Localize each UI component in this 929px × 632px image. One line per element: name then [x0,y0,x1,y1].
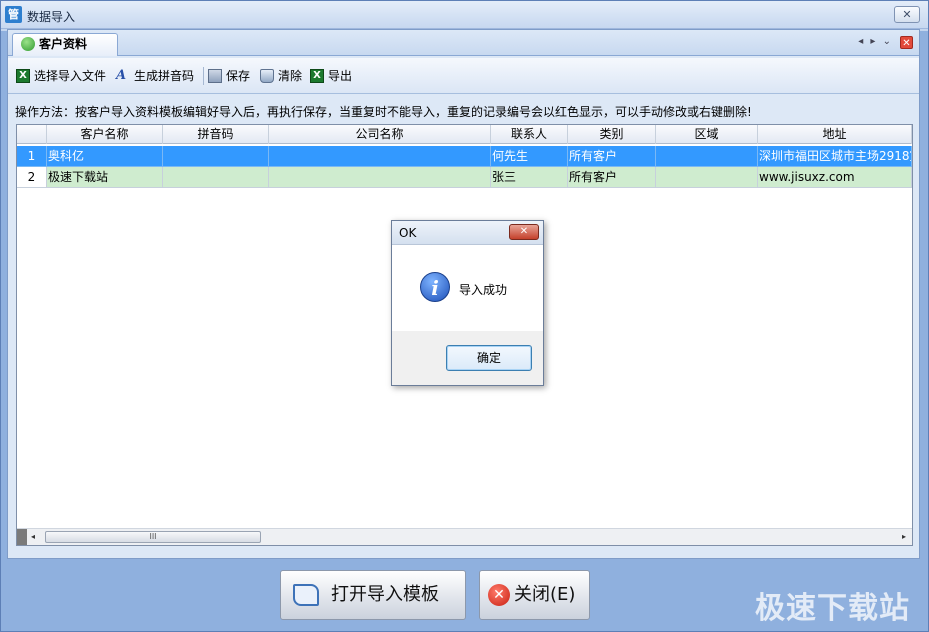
select-import-file-label: 选择导入文件 [34,69,107,83]
cell-pinyin[interactable] [163,167,269,188]
save-icon [208,69,222,83]
select-import-file-button[interactable]: X 选择导入文件 [16,68,106,86]
grid-header: 客户名称 拼音码 公司名称 联系人 类别 区域 地址 [17,125,912,144]
dialog-footer: 确定 [392,331,543,385]
instructions-text: 操作方法：按客户导入资料模板编辑好导入后，再执行保存，当重复时不能导入，重复的记… [15,105,752,119]
table-row[interactable]: 1 奥科亿 何先生 所有客户 深圳市福田区城市主场2918室 [17,146,912,167]
letter-a-icon: A [116,68,127,83]
cell-customer-name[interactable]: 奥科亿 [47,146,163,167]
column-header[interactable]: 客户名称 [47,125,163,144]
scrollbar-corner [17,529,27,545]
export-button[interactable]: X 导出 [310,68,352,86]
cell-region[interactable] [656,146,758,167]
cell-contact[interactable]: 张三 [491,167,568,188]
ok-button[interactable]: 确定 [446,345,532,371]
import-window: 管 数据导入 ✕ 客户资料 ◂ ▸ ⌄ ✕ X 选择导入文件 A 生成拼音码 保… [0,0,929,632]
generate-pinyin-button[interactable]: A 生成拼音码 [116,68,194,86]
tab-nav-arrows[interactable]: ◂ ▸ ⌄ [858,36,893,47]
scroll-left-icon[interactable]: ◂ [31,532,35,541]
excel-icon: X [310,69,324,83]
title-bar: 管 数据导入 ✕ [1,1,928,29]
cell-address[interactable]: www.jisuxz.com [758,167,912,188]
tab-label: 客户资料 [39,37,88,51]
watermark: 极速下载站 [755,591,910,626]
cell-company[interactable] [269,146,491,167]
cell-customer-name[interactable]: 极速下载站 [47,167,163,188]
dialog-title-bar: OK ✕ [392,221,543,245]
column-header[interactable]: 地址 [758,125,912,144]
row-number[interactable]: 1 [17,146,47,167]
dialog-body: i 导入成功 [392,245,543,331]
customer-icon [21,37,35,51]
window-close-button[interactable]: ✕ [894,6,920,23]
message-dialog: OK ✕ i 导入成功 确定 [391,220,544,386]
cell-category[interactable]: 所有客户 [568,167,656,188]
save-button[interactable]: 保存 [208,68,250,86]
cell-address[interactable]: 深圳市福田区城市主场2918室 [758,146,912,167]
dialog-message: 导入成功 [459,283,508,297]
column-header[interactable]: 拼音码 [163,125,269,144]
toolbar: X 选择导入文件 A 生成拼音码 保存 清除 X 导出 [8,58,919,94]
horizontal-scrollbar[interactable]: ◂ III ▸ [17,528,912,545]
column-header[interactable]: 类别 [568,125,656,144]
cell-contact[interactable]: 何先生 [491,146,568,167]
column-header[interactable]: 区域 [656,125,758,144]
tab-customer-data[interactable]: 客户资料 [12,33,118,56]
cell-pinyin[interactable] [163,146,269,167]
book-icon [293,584,319,606]
close-label: 关闭(E) [514,584,576,605]
close-icon: ✕ [488,584,510,606]
table-row[interactable]: 2 极速下载站 张三 所有客户 www.jisuxz.com [17,167,912,188]
close-button[interactable]: ✕ 关闭(E) [479,570,590,620]
trash-icon [260,69,274,83]
toolbar-separator [203,67,204,85]
window-title: 数据导入 [27,10,76,24]
cell-company[interactable] [269,167,491,188]
app-icon: 管 [5,6,22,23]
column-header[interactable] [17,125,47,144]
export-label: 导出 [328,69,353,83]
excel-icon: X [16,69,30,83]
dialog-close-button[interactable]: ✕ [509,224,539,240]
clear-label: 清除 [278,69,303,83]
clear-button[interactable]: 清除 [260,68,302,86]
save-label: 保存 [226,69,251,83]
cell-region[interactable] [656,167,758,188]
cell-category[interactable]: 所有客户 [568,146,656,167]
open-import-template-button[interactable]: 打开导入模板 [280,570,466,620]
scroll-thumb[interactable]: III [45,531,261,543]
tab-bar: 客户资料 ◂ ▸ ⌄ ✕ [8,30,919,56]
generate-pinyin-label: 生成拼音码 [134,69,195,83]
scroll-right-icon[interactable]: ▸ [902,532,906,541]
row-number[interactable]: 2 [17,167,47,188]
column-header[interactable]: 公司名称 [269,125,491,144]
dialog-title: OK [399,226,417,240]
column-header[interactable]: 联系人 [491,125,568,144]
open-template-label: 打开导入模板 [331,584,439,605]
tab-close-button[interactable]: ✕ [900,36,913,49]
info-icon: i [420,272,450,302]
